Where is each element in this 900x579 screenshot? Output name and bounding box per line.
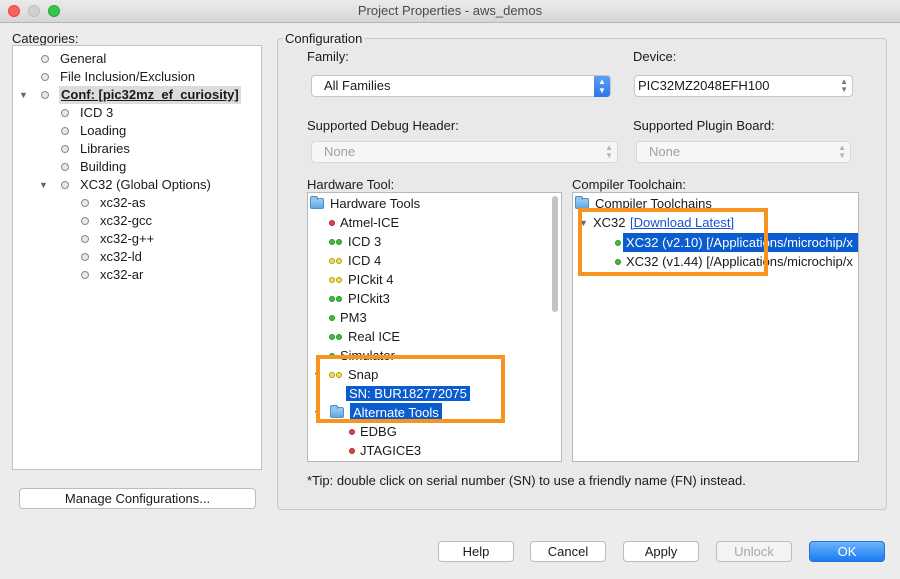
folder-icon bbox=[310, 196, 324, 209]
cancel-button[interactable]: Cancel bbox=[530, 541, 606, 562]
node-bullet-icon bbox=[61, 109, 69, 117]
status-green-icon bbox=[329, 315, 335, 321]
status-red-icon bbox=[329, 220, 335, 226]
status-yellow-icon bbox=[329, 277, 335, 283]
manage-configurations-button[interactable]: Manage Configurations... bbox=[19, 488, 256, 509]
list-scrollbar[interactable] bbox=[552, 196, 558, 312]
status-red-icon bbox=[349, 448, 355, 454]
node-bullet-icon bbox=[81, 217, 89, 225]
select-arrows-icon: ▲ ▼ bbox=[605, 143, 613, 160]
status-green-icon bbox=[336, 296, 342, 302]
expand-triangle-icon[interactable]: ▼ bbox=[39, 176, 48, 194]
tree-item-xc32-global[interactable]: ▼ XC32 (Global Options) bbox=[39, 176, 249, 194]
status-yellow-icon bbox=[336, 258, 342, 264]
node-bullet-icon bbox=[81, 271, 89, 279]
status-green-icon bbox=[336, 334, 342, 340]
zoom-window-button[interactable] bbox=[48, 5, 60, 17]
device-select[interactable]: PIC32MZ2048EFH100 ▲ ▼ bbox=[634, 75, 853, 97]
snap-highlight-box bbox=[316, 355, 505, 423]
tip-text: *Tip: double click on serial number (SN)… bbox=[307, 473, 746, 488]
family-label: Family: bbox=[307, 49, 349, 64]
title-bar: Project Properties - aws_demos bbox=[0, 0, 900, 23]
unlock-button[interactable]: Unlock bbox=[716, 541, 792, 562]
close-window-button[interactable] bbox=[8, 5, 20, 17]
select-arrows-icon: ▲ ▼ bbox=[840, 77, 848, 94]
compiler-toolchain-label: Compiler Toolchain: bbox=[572, 177, 686, 192]
node-bullet-icon bbox=[81, 199, 89, 207]
device-label: Device: bbox=[633, 49, 677, 64]
status-green-icon bbox=[329, 239, 335, 245]
family-select[interactable]: All Families ▲ ▼ bbox=[311, 75, 611, 97]
debug-header-label: Supported Debug Header: bbox=[307, 118, 459, 133]
node-bullet-icon bbox=[61, 163, 69, 171]
tree-item-conf[interactable]: ▼ Conf: [pic32mz_ef_curiosity] bbox=[19, 86, 249, 104]
plugin-board-select[interactable]: None ▲ ▼ bbox=[636, 141, 851, 163]
categories-tree: General File Inclusion/Exclusion ▼ Conf:… bbox=[12, 45, 262, 470]
status-green-icon bbox=[336, 239, 342, 245]
apply-button[interactable]: Apply bbox=[623, 541, 699, 562]
status-green-icon bbox=[329, 334, 335, 340]
node-bullet-icon bbox=[61, 145, 69, 153]
help-button[interactable]: Help bbox=[438, 541, 514, 562]
node-bullet-icon bbox=[41, 91, 49, 99]
status-yellow-icon bbox=[329, 258, 335, 264]
node-bullet-icon bbox=[41, 55, 49, 63]
select-arrows-icon: ▲ ▼ bbox=[594, 76, 610, 97]
node-bullet-icon bbox=[61, 127, 69, 135]
minimize-window-button[interactable] bbox=[28, 5, 40, 17]
node-bullet-icon bbox=[81, 253, 89, 261]
status-green-icon bbox=[329, 296, 335, 302]
configuration-title: Configuration bbox=[283, 31, 365, 46]
categories-label: Categories: bbox=[12, 31, 79, 46]
debug-header-select[interactable]: None ▲ ▼ bbox=[311, 141, 618, 163]
node-bullet-icon bbox=[61, 181, 69, 189]
node-bullet-icon bbox=[41, 73, 49, 81]
node-bullet-icon bbox=[81, 235, 89, 243]
plugin-board-label: Supported Plugin Board: bbox=[633, 118, 775, 133]
ok-button[interactable]: OK bbox=[809, 541, 885, 562]
expand-triangle-icon[interactable]: ▼ bbox=[19, 86, 28, 104]
hardware-tool-label: Hardware Tool: bbox=[307, 177, 395, 192]
toolchain-highlight-box bbox=[578, 208, 768, 276]
status-red-icon bbox=[349, 429, 355, 435]
select-arrows-icon: ▲ ▼ bbox=[838, 143, 846, 160]
status-yellow-icon bbox=[336, 277, 342, 283]
window-title: Project Properties - aws_demos bbox=[357, 3, 543, 18]
